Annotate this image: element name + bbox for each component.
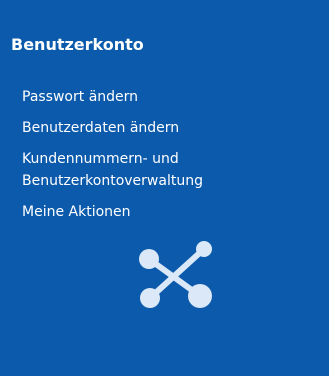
menu-item-label: Passwort ändern	[22, 89, 139, 105]
menu-item-customer-number-account-management[interactable]: Kundennummern- und Benutzerkontoverwaltu…	[22, 148, 312, 192]
menu-item-label: Meine Aktionen	[22, 204, 131, 220]
menu-item-change-user-data[interactable]: Benutzerdaten ändern	[22, 117, 312, 139]
menu-item-label: Benutzerdaten ändern	[22, 120, 180, 136]
network-connection-icon	[139, 241, 212, 308]
account-menu: Passwort ändern Benutzerdaten ändern Kun…	[22, 86, 312, 232]
user-account-panel: Benutzerkonto Passwort ändern Benutzerda…	[0, 0, 329, 376]
menu-item-my-promotions[interactable]: Meine Aktionen	[22, 201, 312, 223]
menu-item-label-line-2: Benutzerkontoverwaltung	[22, 173, 203, 189]
menu-item-change-password[interactable]: Passwort ändern	[22, 86, 312, 108]
panel-title: Benutzerkonto	[11, 35, 144, 54]
menu-item-label-line-1: Kundennummern- und	[22, 151, 179, 167]
